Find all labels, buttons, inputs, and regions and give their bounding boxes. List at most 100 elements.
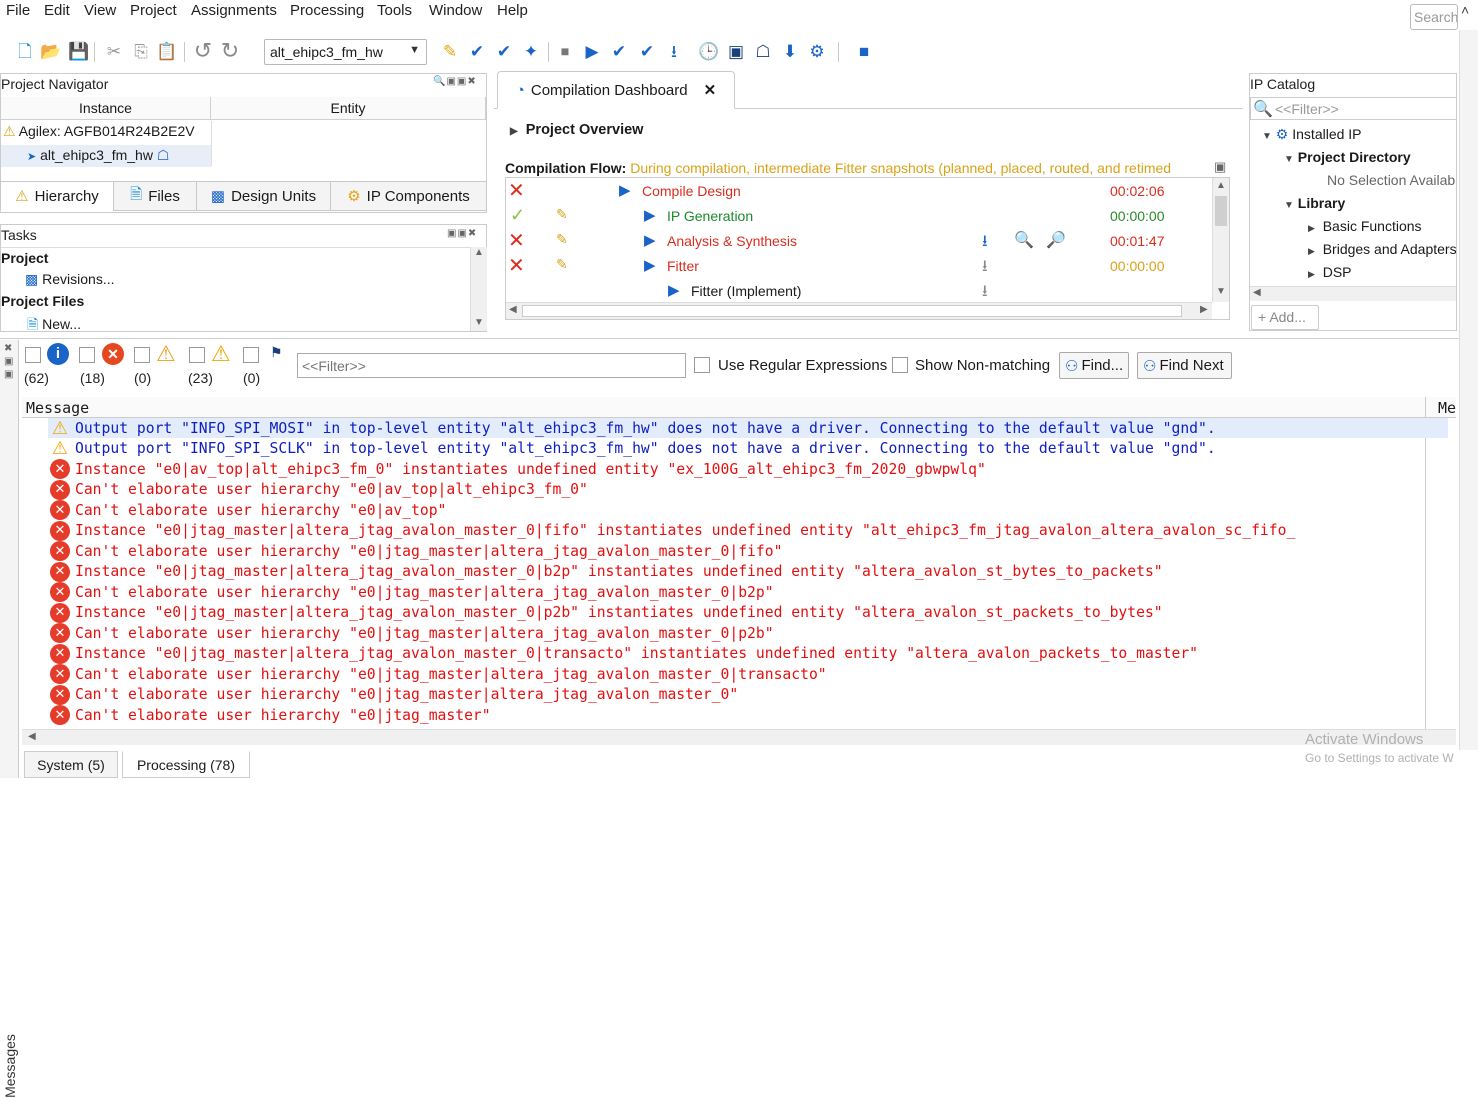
filter-info-checkbox[interactable] <box>25 347 41 363</box>
message-row[interactable]: ✕ Instance "e0|jtag_master|altera_jtag_av… <box>50 520 1295 541</box>
chat-icon[interactable]: ■ <box>853 40 875 62</box>
tree-row-top-entity[interactable]: ➤ alt_ehipc3_fm_hw ☖ <box>1 145 211 167</box>
flow-row-compile-design[interactable]: ✕ ▶ Compile Design 00:02:06 <box>506 180 1212 205</box>
paste-icon[interactable]: 📋 <box>156 40 178 62</box>
panel-controls-icon[interactable]: ✖ ▣ ▣ <box>4 342 13 381</box>
open-folder-icon[interactable]: 📂 <box>40 40 62 62</box>
netlist-viewer-icon[interactable]: ☖ <box>752 40 774 62</box>
message-row[interactable]: ✕ Instance "e0|jtag_master|altera_jtag_av… <box>50 602 1163 623</box>
menu-window[interactable]: Window <box>429 2 482 19</box>
add-ip-button[interactable]: + Add... <box>1251 305 1319 330</box>
message-row[interactable]: ⚠ Output port "INFO_SPI_MOSI" in top-leve… <box>48 418 1448 439</box>
menu-file[interactable]: File <box>6 2 30 19</box>
undo-icon[interactable]: ↺ <box>192 40 214 62</box>
edit-pencil-icon[interactable]: ✎ <box>439 40 461 62</box>
flow-row-analysis-synthesis[interactable]: ✕ ✎ ▶ Analysis & Synthesis ⭳ 🔍 🔎 00:01:4… <box>506 230 1212 255</box>
messages-hscrollbar[interactable]: ◀ <box>22 729 1456 745</box>
message-row[interactable]: ✕ Instance "e0|jtag_master|altera_jtag_av… <box>50 643 1198 664</box>
programmer-icon[interactable]: ⬇ <box>779 40 801 62</box>
menu-help[interactable]: Help <box>497 2 528 19</box>
close-icon[interactable]: ✕ <box>704 81 717 99</box>
play-icon[interactable]: ▶ <box>668 281 680 299</box>
ip-filter-input[interactable]: 🔍 <<Filter>> <box>1250 97 1456 120</box>
copy-icon[interactable]: ⎘ <box>130 40 152 62</box>
compile-synthesis-icon[interactable]: ✔ <box>493 40 515 62</box>
tab-system[interactable]: System (5) <box>24 751 118 778</box>
column-instance[interactable]: Instance <box>1 97 211 120</box>
message-row[interactable]: ✕ Can't elaborate user hierarchy "e0|jtag… <box>50 664 827 684</box>
splitter[interactable] <box>0 338 1478 339</box>
redo-icon[interactable]: ↻ <box>219 40 241 62</box>
new-file-icon[interactable]: 🗋 <box>14 40 36 62</box>
chevron-up-icon[interactable]: ˄ <box>1461 2 1469 18</box>
panel-controls-icon[interactable]: 🔍▣▣✖ <box>433 76 477 87</box>
tree-basic-functions[interactable]: ▶ Basic Functions <box>1308 218 1422 234</box>
find-next-button[interactable]: ⚇ Find Next <box>1137 352 1232 379</box>
chip-planner-icon[interactable]: ▣ <box>725 40 747 62</box>
play-icon[interactable]: ▶ <box>619 181 631 199</box>
message-row[interactable]: ⚠ Output port "INFO_SPI_SCLK" in top-leve… <box>50 438 1216 459</box>
analysis-elaboration-icon[interactable]: ✔ <box>608 40 630 62</box>
start-compilation-icon[interactable]: ▶ <box>581 40 603 62</box>
column-message[interactable]: Message <box>26 399 89 417</box>
tab-design-units[interactable]: ▩ Design Units <box>196 181 331 211</box>
analysis-synthesis-icon[interactable]: ✔ <box>636 40 658 62</box>
message-row[interactable]: ✕ Can't elaborate user hierarchy "e0|jtag… <box>50 705 491 725</box>
fitter-icon[interactable]: ⭳ <box>663 40 685 62</box>
project-select[interactable]: alt_ehipc3_fm_hw ▼ <box>264 39 427 65</box>
settings-diamond-icon[interactable]: ✦ <box>520 40 542 62</box>
tree-dsp[interactable]: ▶ DSP <box>1308 264 1352 280</box>
message-row[interactable]: ✕ Can't elaborate user hierarchy "e0|av_t… <box>50 479 588 500</box>
tree-project-directory[interactable]: ▼ Project Directory <box>1284 149 1411 165</box>
menu-project[interactable]: Project <box>130 2 177 19</box>
platform-designer-icon[interactable]: ⚙ <box>806 40 828 62</box>
tree-installed-ip[interactable]: ▼ ⚙ Installed IP <box>1262 126 1362 143</box>
edit-settings-icon[interactable]: ✎ <box>556 256 568 273</box>
menu-tools[interactable]: Tools <box>377 2 412 19</box>
menu-processing[interactable]: Processing <box>290 2 364 19</box>
message-row[interactable]: ✕ Can't elaborate user hierarchy "e0|jtag… <box>50 541 782 561</box>
filter-flag-checkbox[interactable] <box>243 347 259 363</box>
collapse-icon[interactable]: ▣ <box>1214 159 1226 175</box>
filter-warning-checkbox[interactable] <box>189 347 205 363</box>
regex-checkbox[interactable] <box>694 357 710 373</box>
filter-error-checkbox[interactable] <box>79 347 95 363</box>
menu-edit[interactable]: Edit <box>44 2 70 19</box>
find-button[interactable]: ⚇ Find... <box>1059 352 1129 379</box>
task-new-file[interactable]: 🗎 New... <box>27 314 81 338</box>
edit-settings-icon[interactable]: ✎ <box>556 231 568 248</box>
search-input[interactable]: Search <box>1410 4 1458 30</box>
zoom-icon[interactable]: 🔍 <box>1014 230 1034 250</box>
tab-files[interactable]: 🗎 Files <box>113 181 197 211</box>
save-icon[interactable]: 💾 <box>68 40 90 62</box>
ip-hscrollbar[interactable]: ◀ <box>1250 286 1456 301</box>
cut-icon[interactable]: ✂ <box>103 40 125 62</box>
column-entity[interactable]: Entity <box>211 97 486 120</box>
project-overview-toggle[interactable]: ▶ Project Overview <box>510 122 643 138</box>
play-icon[interactable]: ▶ <box>644 256 656 274</box>
play-icon[interactable]: ▶ <box>644 231 656 249</box>
column-more[interactable]: Me <box>1438 399 1456 417</box>
tree-bridges-adapters[interactable]: ▶ Bridges and Adapters <box>1308 241 1456 257</box>
tab-processing[interactable]: Processing (78) <box>122 751 250 778</box>
flow-hscrollbar[interactable]: ◀ ▶ <box>506 302 1212 319</box>
zoom-netlist-icon[interactable]: 🔎 <box>1046 230 1066 250</box>
message-row[interactable]: ✕ Can't elaborate user hierarchy "e0|jtag… <box>50 623 774 643</box>
menu-view[interactable]: View <box>84 2 116 19</box>
tree-library[interactable]: ▼ Library <box>1284 195 1345 211</box>
message-row[interactable]: ✕ Can't elaborate user hierarchy "e0|jtag… <box>50 582 774 602</box>
flow-vscrollbar[interactable]: ▲ ▼ <box>1212 178 1229 302</box>
message-row[interactable]: ✕ Can't elaborate user hierarchy "e0|av_t… <box>50 500 446 520</box>
compile-analysis-icon[interactable]: ✔ <box>466 40 488 62</box>
timing-analyzer-icon[interactable]: 🕒 <box>698 40 720 62</box>
flow-row-fitter[interactable]: ✕ ✎ ▶ Fitter ⭳ 00:00:00 <box>506 255 1212 280</box>
tab-hierarchy[interactable]: ⚠ Hierarchy <box>0 181 114 211</box>
stop-icon[interactable]: ⏹ <box>554 40 576 62</box>
task-revisions[interactable]: ▩ Revisions... <box>25 271 114 288</box>
window-scrollbar[interactable] <box>1459 30 1478 750</box>
menu-assignments[interactable]: Assignments <box>191 2 277 19</box>
panel-controls-icon[interactable]: ▣▣✖ <box>447 228 477 239</box>
message-row[interactable]: ✕ Can't elaborate user hierarchy "e0|jtag… <box>50 684 738 705</box>
flow-row-ip-generation[interactable]: ✓ ✎ ▶ IP Generation 00:00:00 <box>506 205 1212 230</box>
message-row[interactable]: ✕ Instance "e0|av_top|alt_ehipc3_fm_0" in… <box>50 459 986 479</box>
